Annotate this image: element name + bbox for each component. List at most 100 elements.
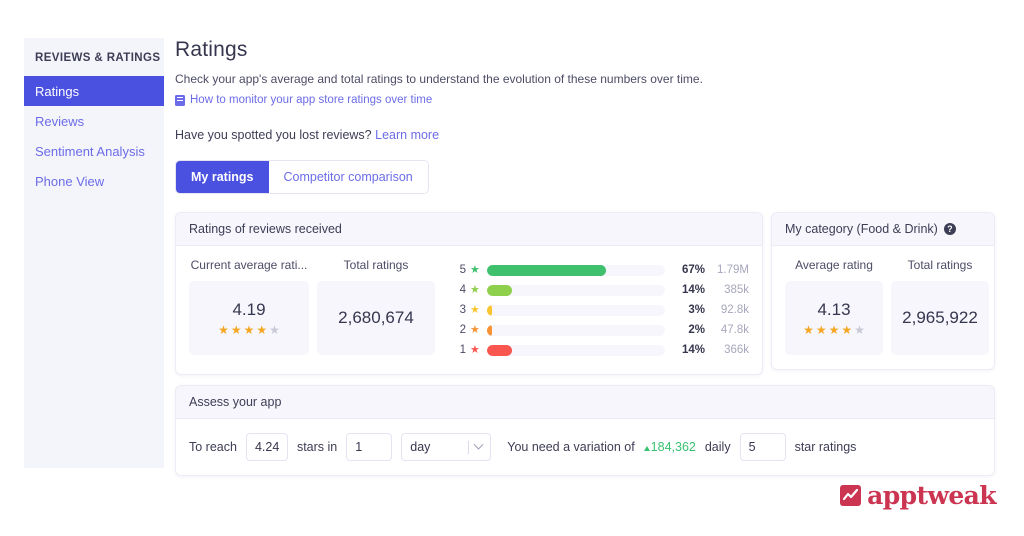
tab-label: My ratings <box>191 170 254 184</box>
card-header: My category (Food & Drink) ? <box>772 213 994 246</box>
sidebar-item-label: Reviews <box>35 113 85 129</box>
star-icon: ★ <box>815 323 827 337</box>
stat-box: 4.13 ★ ★ ★ ★ ★ <box>785 281 883 355</box>
histogram-star-number: 2 <box>459 324 466 336</box>
histogram-count: 47.8k <box>720 324 749 336</box>
variation-value: 184,362 <box>650 440 696 454</box>
star-icon: ★ <box>828 323 840 337</box>
histogram-row: 1 ★ 14% 366k <box>457 340 749 360</box>
histogram-track <box>486 264 665 276</box>
period-amount-input[interactable] <box>346 433 393 461</box>
histogram-percent: 3% <box>688 304 705 316</box>
apptweak-logo: apptweak <box>840 481 997 510</box>
histogram-bar <box>486 284 512 296</box>
tab-competitor-comparison[interactable]: Competitor comparison <box>268 161 428 193</box>
histogram-row: 4 ★ 14% 385k <box>457 280 749 300</box>
sidebar-item-label: Ratings <box>35 83 80 99</box>
star-icon: ★ <box>470 283 480 296</box>
star-rating-display: ★ ★ ★ ★ ★ <box>218 324 280 336</box>
page-title: Ratings <box>175 38 248 61</box>
tab-label: Competitor comparison <box>283 170 413 184</box>
sidebar-item-sentiment-analysis[interactable]: Sentiment Analysis <box>24 136 164 166</box>
to-reach-label: To reach <box>189 440 237 454</box>
card-body: To reach stars in day You need a variati… <box>176 419 994 475</box>
histogram-star-number: 5 <box>459 264 466 276</box>
help-circle-icon[interactable]: ? <box>943 223 956 235</box>
histogram-row: 3 ★ 3% 92.8k <box>457 300 749 320</box>
period-unit-select[interactable]: day <box>401 433 492 461</box>
histogram-count: 1.79M <box>717 264 749 276</box>
chevron-down-icon <box>473 439 484 450</box>
category-average-rating-stat: Average rating 4.13 ★ ★ ★ ★ ★ <box>785 258 883 355</box>
histogram-track <box>486 344 665 356</box>
daily-label: daily <box>704 440 731 454</box>
main-content: Ratings Check your app's average and tot… <box>175 38 995 476</box>
tab-group: My ratings Competitor comparison <box>175 160 429 194</box>
stat-label: Total ratings <box>343 258 409 272</box>
star-icon-empty: ★ <box>269 323 280 337</box>
histogram-row: 2 ★ 2% 47.8k <box>457 320 749 340</box>
chart-line-icon <box>840 485 862 506</box>
stars-in-label: stars in <box>296 440 338 454</box>
star-count-input[interactable] <box>739 433 786 461</box>
total-ratings-stat: Total ratings 2,680,674 <box>317 258 435 355</box>
histogram-percent: 14% <box>681 284 705 296</box>
card-title: Ratings of reviews received <box>189 222 342 236</box>
star-icon: ★ <box>243 323 255 337</box>
card-title: Assess your app <box>189 395 282 409</box>
sidebar-title: REVIEWS & RATINGS <box>35 52 161 64</box>
category-total-value: 2,965,922 <box>902 308 978 327</box>
my-category-card: My category (Food & Drink) ? Average rat… <box>771 212 995 370</box>
book-icon <box>175 94 185 106</box>
page-subtitle: Check your app's average and total ratin… <box>175 72 703 86</box>
app-page: REVIEWS & RATINGS Ratings Reviews Sentim… <box>0 0 1024 536</box>
sidebar: REVIEWS & RATINGS Ratings Reviews Sentim… <box>24 38 164 468</box>
histogram-bar <box>486 324 492 336</box>
stat-label: Current average rati... <box>190 258 308 272</box>
variation-value-group: 184,362 <box>643 440 696 454</box>
sidebar-item-label: Sentiment Analysis <box>35 143 145 159</box>
star-icon: ★ <box>803 323 814 337</box>
howto-link[interactable]: How to monitor your app store ratings ov… <box>190 94 432 106</box>
arrow-up-icon <box>643 446 650 451</box>
stat-label: Average rating <box>795 258 873 272</box>
histogram-star-number: 3 <box>459 304 466 316</box>
card-body: Average rating 4.13 ★ ★ ★ ★ ★ Total rati… <box>772 246 994 369</box>
histogram-percent: 14% <box>681 344 705 356</box>
star-icon: ★ <box>256 323 268 337</box>
sidebar-item-phone-view[interactable]: Phone View <box>24 166 164 196</box>
stat-box: 4.19 ★ ★ ★ ★ ★ <box>189 281 309 355</box>
star-icon: ★ <box>841 323 853 337</box>
star-icon: ★ <box>470 343 480 356</box>
spotted-reviews-row: Have you spotted you lost reviews? Learn… <box>175 128 995 142</box>
histogram-count: 366k <box>724 344 749 356</box>
sidebar-item-label: Phone View <box>35 173 105 189</box>
histogram-percent: 67% <box>681 264 705 276</box>
histogram-track <box>486 304 665 316</box>
card-header: Assess your app <box>176 386 994 419</box>
star-ratings-label: star ratings <box>794 440 857 454</box>
histogram-bar <box>486 264 607 276</box>
cards-row: Ratings of reviews received Current aver… <box>175 212 995 375</box>
stat-box: 2,965,922 <box>891 281 989 355</box>
histogram-row: 5 ★ 67% 1.79M <box>457 260 749 280</box>
stat-box: 2,680,674 <box>317 281 435 355</box>
histogram-track <box>486 284 665 296</box>
histogram-bar <box>486 344 512 356</box>
sidebar-item-reviews[interactable]: Reviews <box>24 106 164 136</box>
tab-my-ratings[interactable]: My ratings <box>176 161 269 193</box>
learn-more-link[interactable]: Learn more <box>375 128 439 142</box>
histogram-count: 92.8k <box>720 304 749 316</box>
target-rating-input[interactable] <box>245 433 288 461</box>
histogram-star-number: 4 <box>459 284 466 296</box>
logo-wordmark: apptweak <box>867 481 996 510</box>
star-icon: ★ <box>230 323 242 337</box>
period-unit-value: day <box>410 440 431 454</box>
card-header: Ratings of reviews received <box>176 213 762 246</box>
star-icon: ★ <box>218 323 229 337</box>
stat-label: Total ratings <box>907 258 973 272</box>
sidebar-item-ratings[interactable]: Ratings <box>24 76 164 106</box>
ratings-histogram: 5 ★ 67% 1.79M 4 ★ 14% 385k 3 ★ 3% 92.8k … <box>435 258 749 360</box>
star-icon: ★ <box>470 303 480 316</box>
card-body: Current average rati... 4.19 ★ ★ ★ ★ ★ T… <box>176 246 762 374</box>
